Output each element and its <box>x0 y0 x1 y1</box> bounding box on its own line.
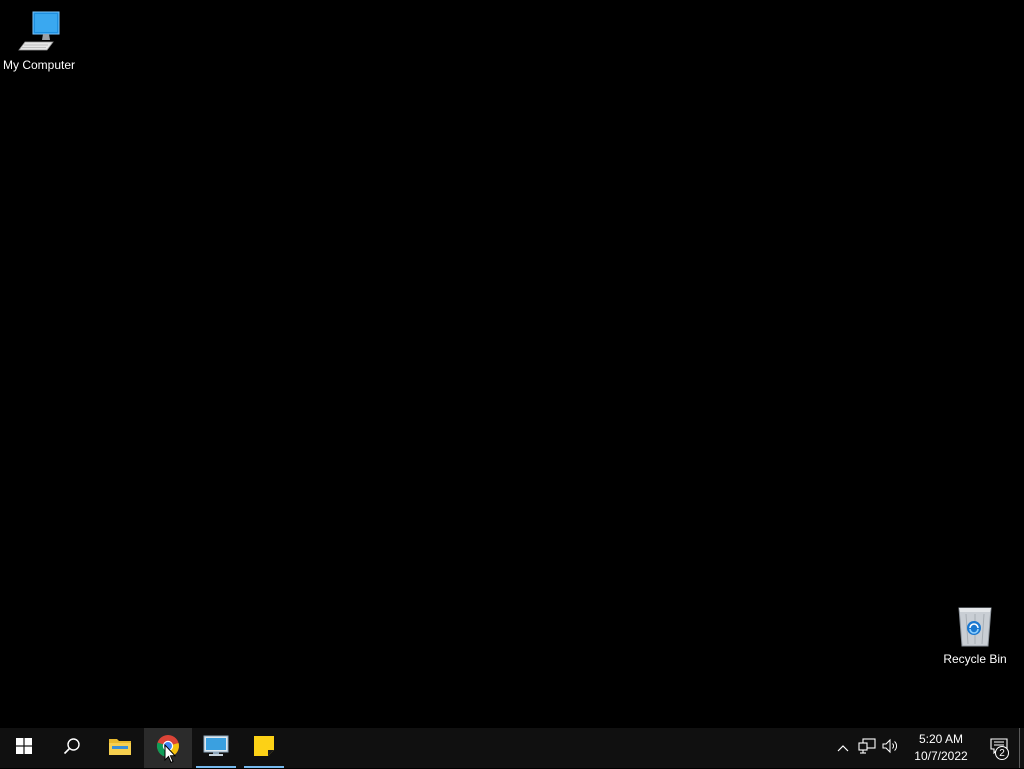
start-button[interactable] <box>0 728 48 768</box>
windows-start-icon <box>16 737 32 759</box>
system-tray: 5:20 AM 10/7/2022 2 <box>831 728 1024 768</box>
network-icon <box>858 737 876 759</box>
desktop-icon-label: Recycle Bin <box>943 652 1007 666</box>
desktop-icon-label: My Computer <box>2 58 76 72</box>
search-icon <box>63 737 81 760</box>
sticky-notes-icon <box>253 735 275 762</box>
taskbar-remote-desktop[interactable] <box>192 728 240 768</box>
taskbar-file-explorer[interactable] <box>96 728 144 768</box>
volume-icon <box>882 738 900 759</box>
chevron-up-icon <box>837 739 849 757</box>
notification-count-badge: 2 <box>995 746 1009 760</box>
volume-tray-button[interactable] <box>879 728 903 768</box>
clock-time: 5:20 AM <box>918 732 964 746</box>
action-center-button[interactable]: 2 <box>979 728 1019 768</box>
desktop-icon-recycle-bin[interactable]: Recycle Bin <box>936 602 1014 666</box>
show-desktop-button[interactable] <box>1019 728 1024 768</box>
clock[interactable]: 5:20 AM 10/7/2022 <box>907 728 975 768</box>
recycle-bin-icon <box>951 602 999 650</box>
file-explorer-icon <box>108 736 132 761</box>
clock-date: 10/7/2022 <box>914 749 968 763</box>
taskbar-sticky-notes[interactable] <box>240 728 288 768</box>
show-hidden-icons-button[interactable] <box>831 728 855 768</box>
desktop[interactable]: My Computer Recycle Bin <box>0 0 1024 728</box>
taskbar: 5:20 AM 10/7/2022 2 <box>0 728 1024 768</box>
search-button[interactable] <box>48 728 96 768</box>
desktop-icon-my-computer[interactable]: My Computer <box>0 8 78 72</box>
taskbar-chrome[interactable] <box>144 728 192 768</box>
chrome-icon <box>156 734 180 763</box>
remote-desktop-icon <box>203 735 229 762</box>
network-tray-button[interactable] <box>855 728 879 768</box>
computer-icon <box>15 8 63 56</box>
